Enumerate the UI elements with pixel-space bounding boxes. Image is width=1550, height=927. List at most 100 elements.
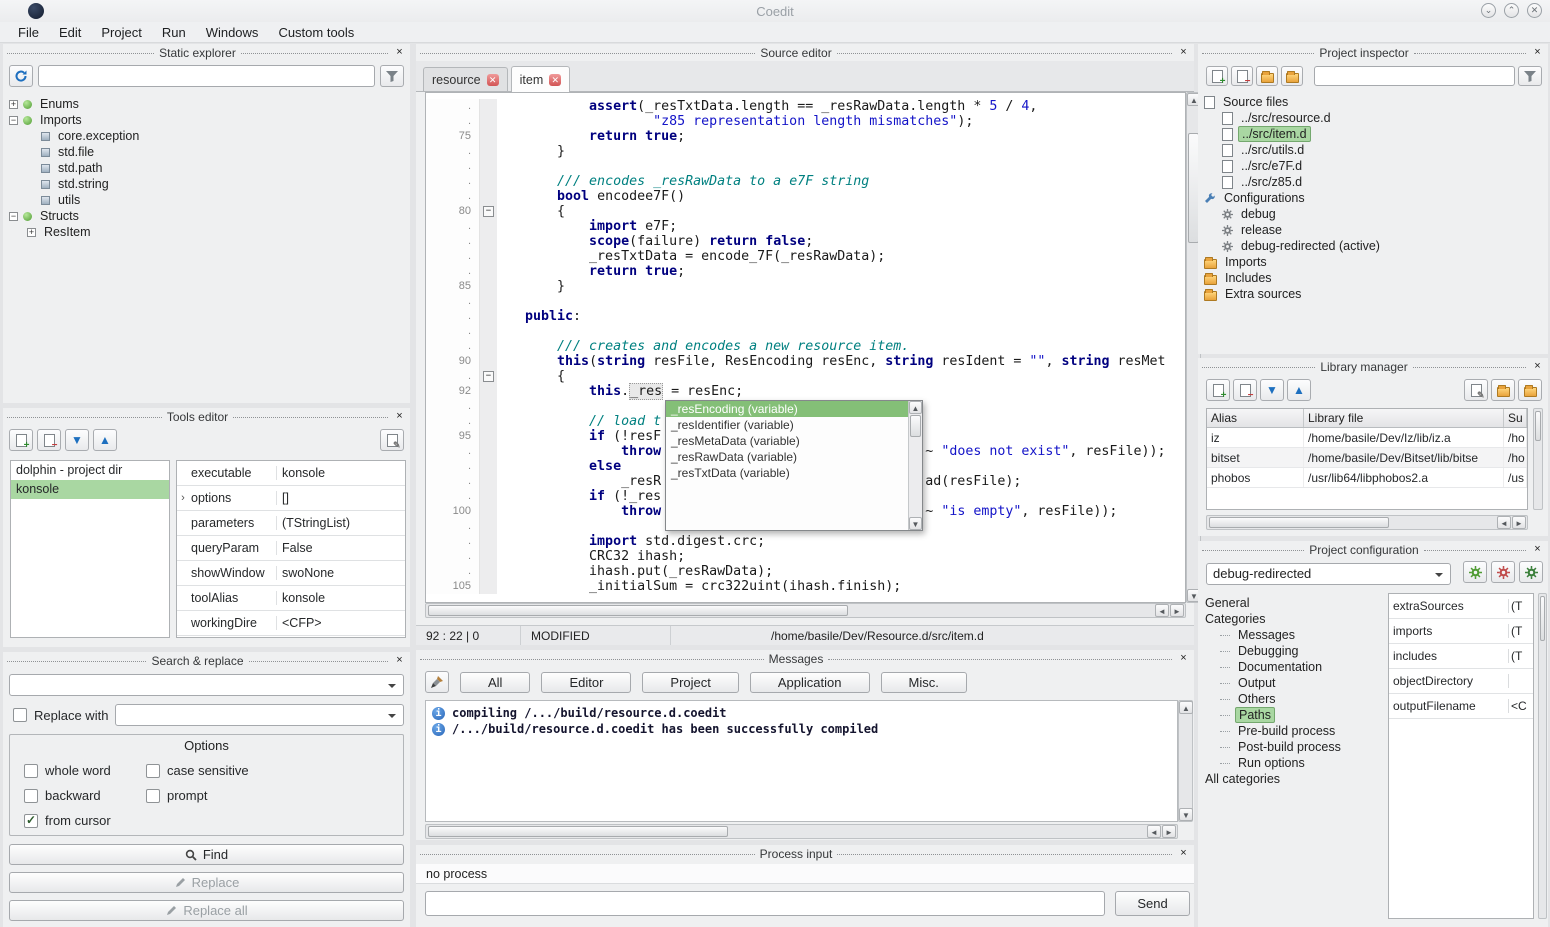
gutter-cell[interactable]: . xyxy=(426,369,480,384)
move-library-down-button[interactable]: ▼ xyxy=(1260,379,1284,401)
gutter-cell[interactable]: . xyxy=(426,489,480,504)
gutter-cell[interactable]: . xyxy=(426,264,480,279)
scroll-down-icon[interactable]: ▼ xyxy=(909,517,922,530)
tree-item-configurations[interactable]: Configurations xyxy=(1204,190,1542,206)
property-row[interactable]: imports(T xyxy=(1389,619,1533,644)
property-row[interactable]: workingDire<CFP> xyxy=(177,611,405,636)
messages-hscrollbar[interactable]: ◄ ► xyxy=(425,824,1178,839)
tree-item-source-files[interactable]: Source files xyxy=(1204,94,1542,110)
filter-application-button[interactable]: Application xyxy=(750,672,870,693)
property-row[interactable]: extraSources(T xyxy=(1389,594,1533,619)
collapse-icon[interactable] xyxy=(9,116,18,125)
code-line[interactable]: . xyxy=(426,294,1169,309)
send-button[interactable]: Send xyxy=(1115,891,1190,916)
close-icon[interactable]: × xyxy=(1531,360,1544,373)
menu-edit[interactable]: Edit xyxy=(49,23,91,42)
tree-item-config[interactable]: release xyxy=(1204,222,1542,238)
option-case-sensitive[interactable]: case sensitive xyxy=(146,763,249,778)
menu-project[interactable]: Project xyxy=(91,23,151,42)
category-messages[interactable]: Messages xyxy=(1202,627,1382,643)
code-line[interactable]: . { xyxy=(426,369,1169,384)
code-line[interactable]: . /// encodes _resRawData to a e7F strin… xyxy=(426,174,1169,189)
gutter-cell[interactable]: . xyxy=(426,549,480,564)
delete-config-button[interactable] xyxy=(1491,561,1515,583)
code-line[interactable]: . import e7F; xyxy=(426,219,1169,234)
scroll-left-icon[interactable]: ◄ xyxy=(1147,825,1161,838)
messages-vscrollbar[interactable]: ▲ ▼ xyxy=(1178,700,1193,822)
close-icon[interactable]: × xyxy=(393,410,406,423)
close-icon[interactable]: × xyxy=(1531,46,1544,59)
code-line[interactable]: . xyxy=(426,159,1169,174)
replace-all-button[interactable]: Replace all xyxy=(9,900,404,921)
code-line[interactable]: 85 } xyxy=(426,279,1169,294)
gutter-cell[interactable]: 95 xyxy=(426,429,480,444)
process-input-field[interactable] xyxy=(425,891,1105,916)
remove-source-file-button[interactable] xyxy=(1231,66,1253,86)
completion-item-selected[interactable]: _resEncoding (variable) xyxy=(666,401,922,417)
completion-item[interactable]: _resIdentifier (variable) xyxy=(666,417,922,433)
scroll-down-icon[interactable]: ▼ xyxy=(1179,808,1193,821)
close-icon[interactable]: × xyxy=(1177,652,1190,665)
code-line[interactable]: . assert(_resTxtData.length == _resRawDa… xyxy=(426,99,1169,114)
fold-marker-icon[interactable] xyxy=(480,369,497,384)
expand-icon[interactable] xyxy=(27,228,36,237)
scroll-right-icon[interactable]: ► xyxy=(1170,604,1184,617)
gutter-cell[interactable]: . xyxy=(426,174,480,189)
clear-messages-button[interactable] xyxy=(425,671,449,693)
edit-alias-button[interactable] xyxy=(1464,379,1488,401)
property-row[interactable]: objectDirectory xyxy=(1389,669,1533,694)
add-source-file-button[interactable] xyxy=(1206,66,1228,86)
filter-misc-button[interactable]: Misc. xyxy=(881,672,967,693)
code-line[interactable]: . return true; xyxy=(426,264,1169,279)
gutter-cell[interactable]: . xyxy=(426,294,480,309)
property-row[interactable]: outputFilename<C xyxy=(1389,694,1533,719)
scroll-thumb[interactable] xyxy=(1209,517,1389,528)
scroll-left-icon[interactable]: ◄ xyxy=(1155,604,1169,617)
code-line[interactable]: . xyxy=(426,324,1169,339)
configuration-select[interactable]: debug-redirected xyxy=(1206,563,1451,585)
refresh-symbols-button[interactable] xyxy=(9,65,33,87)
gutter-cell[interactable]: . xyxy=(426,339,480,354)
library-hscrollbar[interactable]: ◄ ► xyxy=(1206,515,1528,530)
property-row[interactable]: includes(T xyxy=(1389,644,1533,669)
code-line[interactable]: . CRC32 ihash; xyxy=(426,549,1169,564)
category-run-options[interactable]: Run options xyxy=(1202,755,1382,771)
gutter-cell[interactable]: . xyxy=(426,189,480,204)
menu-windows[interactable]: Windows xyxy=(196,23,269,42)
column-library-file[interactable]: Library file xyxy=(1304,409,1504,427)
replace-button[interactable]: Replace xyxy=(9,872,404,893)
gutter-cell[interactable]: . xyxy=(426,564,480,579)
add-library-button[interactable] xyxy=(1206,379,1230,401)
table-row[interactable]: iz /home/basile/Dev/Iz/lib/iz.a /ho xyxy=(1207,428,1527,448)
completion-item[interactable]: _resRawData (variable) xyxy=(666,449,922,465)
tree-item-module[interactable]: std.path xyxy=(9,160,404,176)
option-whole-word[interactable]: whole word xyxy=(24,763,111,778)
tree-item-file[interactable]: ../src/e7F.d xyxy=(1204,158,1542,174)
tree-item-enums[interactable]: Enums xyxy=(9,96,404,112)
sync-config-button[interactable] xyxy=(1463,561,1487,583)
code-line[interactable]: .public: xyxy=(426,309,1169,324)
collapse-icon[interactable] xyxy=(9,212,18,221)
category-debugging[interactable]: Debugging xyxy=(1202,643,1382,659)
tree-item-structs[interactable]: Structs xyxy=(9,208,404,224)
scroll-thumb[interactable] xyxy=(428,826,728,837)
category-general[interactable]: General xyxy=(1202,595,1382,611)
tree-item-config[interactable]: debug xyxy=(1204,206,1542,222)
tree-item-module[interactable]: std.file xyxy=(9,144,404,160)
message-row[interactable]: i/.../build/resource.d.coedit has been s… xyxy=(432,721,1171,737)
add-tool-button[interactable] xyxy=(9,429,33,451)
replace-term-combo[interactable] xyxy=(115,704,404,726)
column-alias[interactable]: Alias xyxy=(1207,409,1304,427)
tree-item-imports[interactable]: Imports xyxy=(1204,254,1542,270)
scroll-thumb[interactable] xyxy=(910,415,921,437)
gutter-cell[interactable]: . xyxy=(426,474,480,489)
move-library-up-button[interactable]: ▲ xyxy=(1287,379,1311,401)
scroll-thumb[interactable] xyxy=(1540,596,1545,641)
tree-item-module[interactable]: core.exception xyxy=(9,128,404,144)
tab-item[interactable]: item ✕ xyxy=(511,66,571,92)
gutter-cell[interactable]: 75 xyxy=(426,129,480,144)
tab-resource[interactable]: resource ✕ xyxy=(423,67,508,91)
gutter-cell[interactable]: . xyxy=(426,309,480,324)
gutter-cell[interactable]: . xyxy=(426,459,480,474)
gutter-cell[interactable]: . xyxy=(426,414,480,429)
